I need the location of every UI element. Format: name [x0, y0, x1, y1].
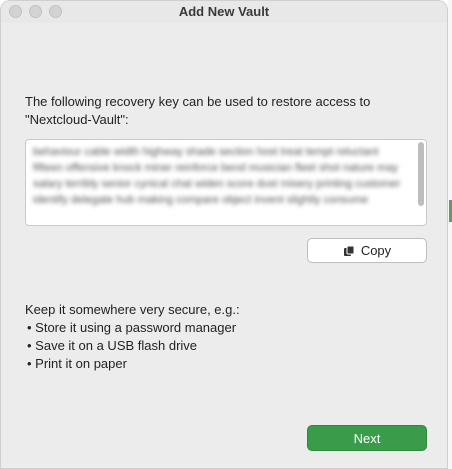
copy-icon [343, 245, 355, 256]
copy-button[interactable]: Copy [307, 238, 427, 263]
intro-text: The following recovery key can be used t… [25, 93, 425, 129]
title-bar: Add New Vault [1, 1, 447, 23]
next-button[interactable]: Next [307, 425, 427, 451]
window-title: Add New Vault [178, 4, 270, 19]
instructions: Keep it somewhere very secure, e.g.: • S… [25, 301, 425, 373]
instruction-item: • Print it on paper [27, 356, 127, 371]
recovery-key-text: behaviour cable width highway shade sect… [33, 146, 401, 206]
recovery-key-field[interactable]: behaviour cable width highway shade sect… [25, 139, 427, 226]
recovery-key-scrollbar[interactable] [418, 142, 424, 206]
instruction-item: • Store it using a password manager [27, 320, 237, 335]
copy-button-label: Copy [360, 243, 392, 258]
instruction-item: • Save it on a USB flash drive [27, 338, 198, 353]
instructions-heading: Keep it somewhere very secure, e.g.: [25, 302, 240, 317]
next-button-label: Next [353, 430, 381, 446]
background-window-edge [448, 0, 452, 469]
intro-line-1: The following recovery key can be used t… [25, 94, 371, 109]
intro-line-2: "Nextcloud-Vault": [25, 112, 129, 127]
add-vault-dialog: Add New Vault The following recovery key… [0, 0, 448, 469]
